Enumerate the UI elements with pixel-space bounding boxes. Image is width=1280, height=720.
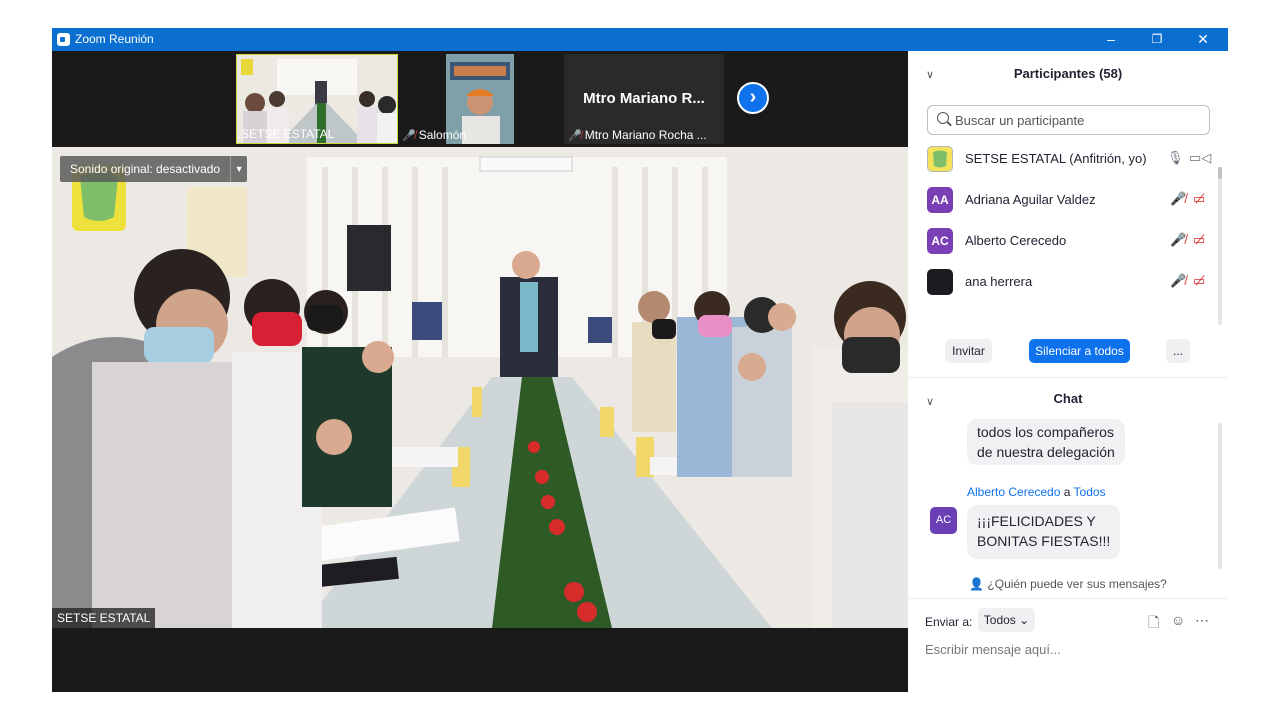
restore-button[interactable]: ❐ (1134, 28, 1180, 51)
thumbnail-salomon[interactable]: 🎤̸ Salomón (398, 54, 560, 144)
chevron-down-icon[interactable]: ▼ (230, 156, 247, 182)
chat-scrollbar[interactable] (1218, 423, 1222, 569)
chat-recipient: Todos (1073, 485, 1106, 499)
avatar: AA (927, 187, 953, 213)
search-icon (937, 112, 949, 124)
who-can-see-link[interactable]: 👤 ¿Quién puede ver sus mensajes? (908, 577, 1228, 591)
participant-name: ana herrera (965, 274, 1033, 289)
title-bar: Zoom Reunión – ❐ ✕ (52, 28, 1228, 51)
participant-search-input[interactable]: Buscar un participante (927, 105, 1210, 135)
mic-muted-icon[interactable]: 🎤̸ (1170, 191, 1186, 207)
thumbnail-strip: SETSE ESTATAL 🎤̸ Salomón Mtro Mariano R..… (52, 51, 908, 147)
main-video-label: SETSE ESTATAL (52, 608, 156, 628)
video-camera-icon[interactable]: ▭◁ (1189, 150, 1211, 166)
chat-message-line: ¡¡¡FELICIDADES Y (977, 513, 1096, 529)
setse-logo-icon (933, 150, 947, 168)
original-sound-toggle[interactable]: Sonido original: desactivado ▼ (60, 156, 248, 182)
search-placeholder: Buscar un participante (955, 113, 1085, 128)
participant-row[interactable]: ana herrera 🎤̸ ▭̸ (927, 267, 1207, 297)
chat-header: Chat (1053, 391, 1083, 406)
chat-message-line: BONITAS FIESTAS!!! (977, 533, 1111, 549)
chat-message-line: todos los compañeros (977, 424, 1114, 440)
chat-to-word: a (1063, 485, 1071, 499)
thumbnail-label: SETSE ESTATAL (241, 127, 335, 141)
minimize-button[interactable]: – (1088, 28, 1134, 51)
more-icon[interactable]: ⋯ (1195, 612, 1209, 629)
who-can-see-label: ¿Quién puede ver sus mensajes? (987, 577, 1167, 591)
chat-sender-name: Alberto Cerecedo (967, 485, 1061, 499)
chat-message-bubble: ¡¡¡FELICIDADES Y BONITAS FIESTAS!!! (967, 505, 1121, 559)
avatar: AC (927, 228, 953, 254)
thumbnail-big-name: Mtro Mariano R... (583, 90, 705, 107)
thumbnail-mtro-mariano[interactable]: Mtro Mariano R... 🎤̸ Mtro Mariano Rocha .… (564, 54, 724, 144)
video-off-icon[interactable]: ▭̸ (1193, 191, 1205, 207)
thumbnail-label: 🎤̸ Salomón (402, 128, 467, 142)
more-options-button[interactable]: ... (1166, 339, 1190, 363)
chat-message-line: de nuestra delegación (977, 444, 1115, 460)
participant-name: Adriana Aguilar Valdez (965, 192, 1096, 207)
mic-muted-icon: 🎤̸ (402, 130, 416, 142)
original-sound-label: Sonido original: desactivado (70, 162, 221, 176)
zoom-logo-icon (57, 33, 70, 46)
send-to-label: Enviar a: (925, 615, 973, 629)
zoom-window: Zoom Reunión – ❐ ✕ SETSE ESTATAL 🎤̸ Salo… (52, 28, 1228, 692)
avatar (927, 146, 953, 172)
avatar (927, 269, 953, 295)
mic-muted-icon[interactable]: 🎤̸ (1170, 273, 1186, 289)
participant-name: Alberto Cerecedo (965, 233, 1067, 248)
side-panel: ∨ Participantes (58) Buscar un participa… (908, 51, 1228, 692)
participant-row[interactable]: AC Alberto Cerecedo 🎤̸ ▭̸ (927, 226, 1207, 256)
window-title: Zoom Reunión (75, 32, 154, 46)
participants-scroll-thumb[interactable] (1218, 167, 1222, 179)
panel-divider (908, 377, 1228, 378)
thumbnail-label: 🎤̸ Mtro Mariano Rocha ... (568, 128, 707, 142)
send-to-dropdown[interactable]: Todos ⌄ (978, 608, 1035, 632)
video-area: SETSE ESTATAL 🎤̸ Salomón Mtro Mariano R..… (52, 51, 908, 692)
chevron-down-icon: ⌄ (1019, 613, 1030, 627)
invite-button[interactable]: Invitar (945, 339, 992, 363)
mic-icon[interactable]: 🎙 (1167, 150, 1184, 166)
file-icon[interactable]: 🗋 (1148, 612, 1159, 636)
participant-row[interactable]: SETSE ESTATAL (Anfitrión, yo) 🎙 ▭◁ (927, 144, 1211, 174)
emoji-icon[interactable]: ☺ (1171, 612, 1185, 628)
next-page-button[interactable]: › (737, 82, 769, 114)
avatar: AC (930, 507, 957, 534)
main-video[interactable]: Sonido original: desactivado ▼ SETSE EST… (52, 147, 908, 628)
chat-message-input[interactable]: Escribir mensaje aquí... (925, 642, 1061, 657)
person-icon: 👤 (969, 577, 985, 591)
close-button[interactable]: ✕ (1180, 28, 1226, 51)
thumbnail-setse-estatal[interactable]: SETSE ESTATAL (236, 54, 398, 144)
mic-muted-icon: 🎤̸ (568, 130, 582, 142)
video-off-icon[interactable]: ▭̸ (1193, 273, 1205, 289)
participant-row[interactable]: AA Adriana Aguilar Valdez 🎤̸ ▭̸ (927, 185, 1207, 215)
chat-sender: Alberto Cerecedo a Todos (967, 485, 1106, 499)
participant-name: SETSE ESTATAL (Anfitrión, yo) (965, 151, 1147, 166)
video-off-icon[interactable]: ▭̸ (1193, 232, 1205, 248)
mute-all-button[interactable]: Silenciar a todos (1029, 339, 1130, 363)
meeting-room-video-image (52, 147, 908, 628)
participants-scrollbar[interactable] (1218, 167, 1222, 325)
chat-message-bubble: todos los compañeros de nuestra delegaci… (967, 419, 1125, 465)
composer-divider (908, 598, 1228, 599)
participants-header: Participantes (58) (1013, 66, 1123, 81)
mic-muted-icon[interactable]: 🎤̸ (1170, 232, 1186, 248)
